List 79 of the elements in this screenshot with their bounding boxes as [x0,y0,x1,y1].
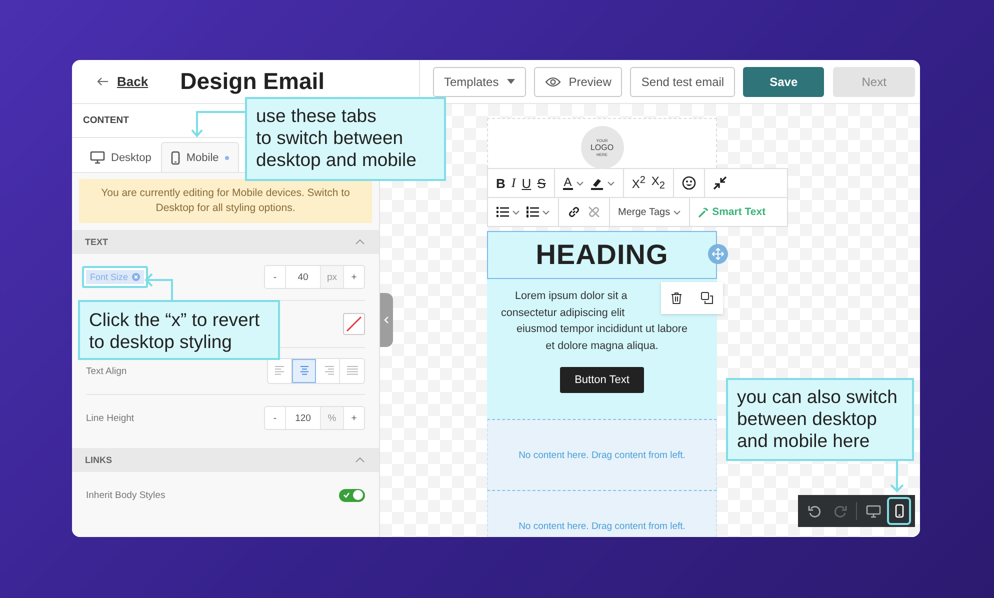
body-text: eiusmod tempor incididunt ut labore [516,322,688,337]
callout-arrow [144,273,173,300]
number-stepper[interactable]: - 40 px + [264,265,365,289]
callout-arrow [890,461,904,492]
mobile-view-button[interactable] [889,499,909,523]
empty-block-text: No content here. Drag content from left. [518,520,686,532]
save-button[interactable]: Save [743,66,824,96]
email-heading[interactable]: HEADING [487,231,717,279]
field-label: Text Align [86,366,127,376]
phone-icon [171,150,180,164]
merge-button[interactable]: Merge Tags [618,206,682,218]
italic-button[interactable]: I [511,175,516,191]
numbers-button[interactable] [526,206,550,218]
panel-title: CONTENT [83,115,129,126]
templates-dropdown[interactable]: Templates [433,66,526,96]
section-header[interactable]: LINKS [72,448,379,472]
device-tab[interactable]: Mobile [161,142,239,172]
align-center-button[interactable] [292,359,316,383]
script-button[interactable]: X$_{2}$ [651,174,665,192]
undo-icon [808,504,820,518]
bullets-button[interactable] [496,206,520,218]
font-color-button[interactable]: A [562,176,584,190]
callout-note: you can also switch between desktop and mobile here [726,378,914,461]
bold-button[interactable]: B [496,176,506,190]
field-label: Line Height [86,412,134,424]
trash-icon[interactable] [670,292,682,304]
empty-block-text: No content here. Drag content from left. [518,450,686,460]
body-text: Lorem ipsum dolor sit a [514,289,628,304]
desktop-icon [90,151,105,164]
logo-text: LOGO [590,143,614,152]
section-title: LINKS [85,455,112,465]
link-button[interactable] [567,205,581,219]
marker-icon [590,176,604,190]
callout-arrow [191,111,245,138]
back-arrow-icon[interactable] [97,77,109,86]
phone-icon [894,504,904,518]
unlink-icon [587,205,601,219]
toggle-switch[interactable] [339,488,365,502]
move-handle[interactable] [708,244,728,264]
section-header[interactable]: TEXT [72,230,379,254]
align-left-icon [274,366,286,376]
device-tab[interactable]: Desktop [80,142,162,172]
eye-icon [544,76,561,86]
underline-button[interactable]: U [522,176,532,190]
body-text: consectetur adipiscing elit [500,306,625,320]
callout-note: Click the “x” to revert to desktop styling [78,300,280,360]
move-icon [712,248,724,260]
mobile-notice: You are currently editing for Mobile devices. Switch to Desktop for all styling options. [79,179,372,223]
email-cta-button[interactable]: Button Text [560,367,644,393]
chevron-icon [384,316,389,324]
emoji-button[interactable] [682,176,696,190]
align-justify-icon [346,366,358,376]
page-title: Design Email [180,68,325,95]
field-label: Inherit Body Styles [86,490,166,500]
wand-icon [698,206,710,218]
color-swatch[interactable] [343,313,365,335]
body-text: et dolore magna aliqua. [546,338,658,354]
number-stepper[interactable]: - 120 % + [264,406,365,430]
preview-button[interactable]: Preview [534,66,622,96]
align-center-icon [298,366,310,376]
back-link[interactable]: Back [117,74,148,89]
caret-icon [506,79,515,84]
redo-icon [834,504,846,518]
panel-collapse-handle[interactable] [380,293,393,347]
numbered-list-icon [526,206,539,218]
collapse-button[interactable] [712,176,727,190]
desktop-icon [866,504,880,518]
highlight-button[interactable] [590,176,615,190]
link-icon [567,205,581,219]
strike-button[interactable]: S [537,176,546,190]
send-test-button[interactable]: Send test email [630,66,736,96]
section-title: TEXT [85,237,108,247]
script-button[interactable]: X$^{2}$ [632,175,646,191]
smiley-icon [682,176,696,190]
bullet-list-icon [496,206,509,218]
shrink-icon [712,176,727,190]
callout-note: use these tabs to switch between desktop and mobile [245,97,446,181]
duplicate-icon[interactable] [701,292,714,304]
check-icon [343,492,350,498]
